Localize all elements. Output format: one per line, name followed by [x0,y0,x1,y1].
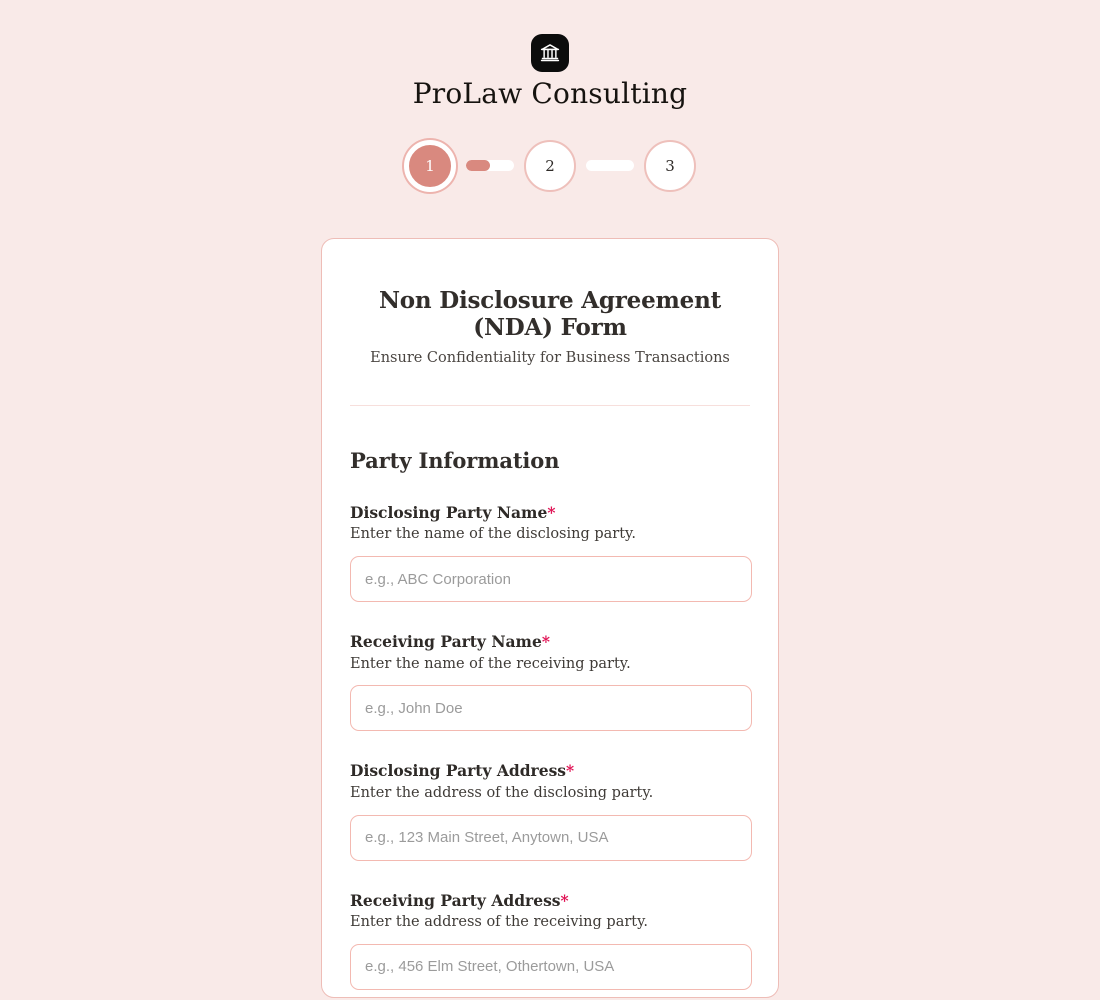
field-disclosing-party-address: Disclosing Party Address* Enter the addr… [350,761,752,861]
classical-bank-building-icon [539,42,561,64]
form-card: Non Disclosure Agreement (NDA) Form Ensu… [321,237,779,998]
required-asterisk: * [560,890,569,910]
field-label-text: Disclosing Party Name [350,503,548,523]
brand-name: ProLaw Consulting [412,77,688,110]
field-label: Disclosing Party Name* [350,503,750,522]
receiving-party-address-input[interactable] [350,943,752,990]
field-label-text: Receiving Party Address [350,890,561,910]
section-heading-party-information: Party Information [350,448,560,474]
step-3[interactable]: 3 [644,139,696,192]
field-help-text: Enter the address of the disclosing part… [350,784,654,801]
field-help-text: Enter the address of the receiving party… [350,914,648,931]
disclosing-party-address-input[interactable] [350,814,752,861]
section-divider [350,405,750,407]
form-subtitle: Ensure Confidentiality for Business Tran… [370,350,730,367]
step-2[interactable]: 2 [524,139,576,192]
required-asterisk: * [547,503,556,523]
form-title: Non Disclosure Agreement (NDA) Form [378,286,722,341]
field-label: Disclosing Party Address* [350,761,750,780]
nda-form-page: ProLaw Consulting 1 2 3 Non Disclosure A… [0,0,1100,1000]
required-asterisk: * [541,632,550,652]
step-connector-1 [466,160,514,172]
step-connector-2 [586,160,634,172]
step-1-label: 1 [425,156,435,175]
field-disclosing-party-name: Disclosing Party Name* Enter the name of… [350,503,752,603]
receiving-party-name-input[interactable] [350,685,752,732]
step-indicator: 1 2 3 [0,139,1100,192]
field-label: Receiving Party Address* [350,891,750,910]
step-2-label: 2 [545,156,555,175]
field-label-text: Disclosing Party Address [350,761,567,781]
field-receiving-party-address: Receiving Party Address* Enter the addre… [350,891,752,990]
field-receiving-party-name: Receiving Party Name* Enter the name of … [350,632,752,732]
field-help-text: Enter the name of the receiving party. [350,655,631,672]
step-3-label: 3 [665,156,675,175]
step-connector-1-fill [466,160,490,172]
required-asterisk: * [566,761,575,781]
brand-header: ProLaw Consulting [0,0,1100,110]
brand-logo [531,34,569,72]
field-label-text: Receiving Party Name [350,632,542,652]
disclosing-party-name-input[interactable] [350,556,752,603]
step-1[interactable]: 1 [404,139,456,192]
field-help-text: Enter the name of the disclosing party. [350,526,636,543]
field-label: Receiving Party Name* [350,632,750,651]
